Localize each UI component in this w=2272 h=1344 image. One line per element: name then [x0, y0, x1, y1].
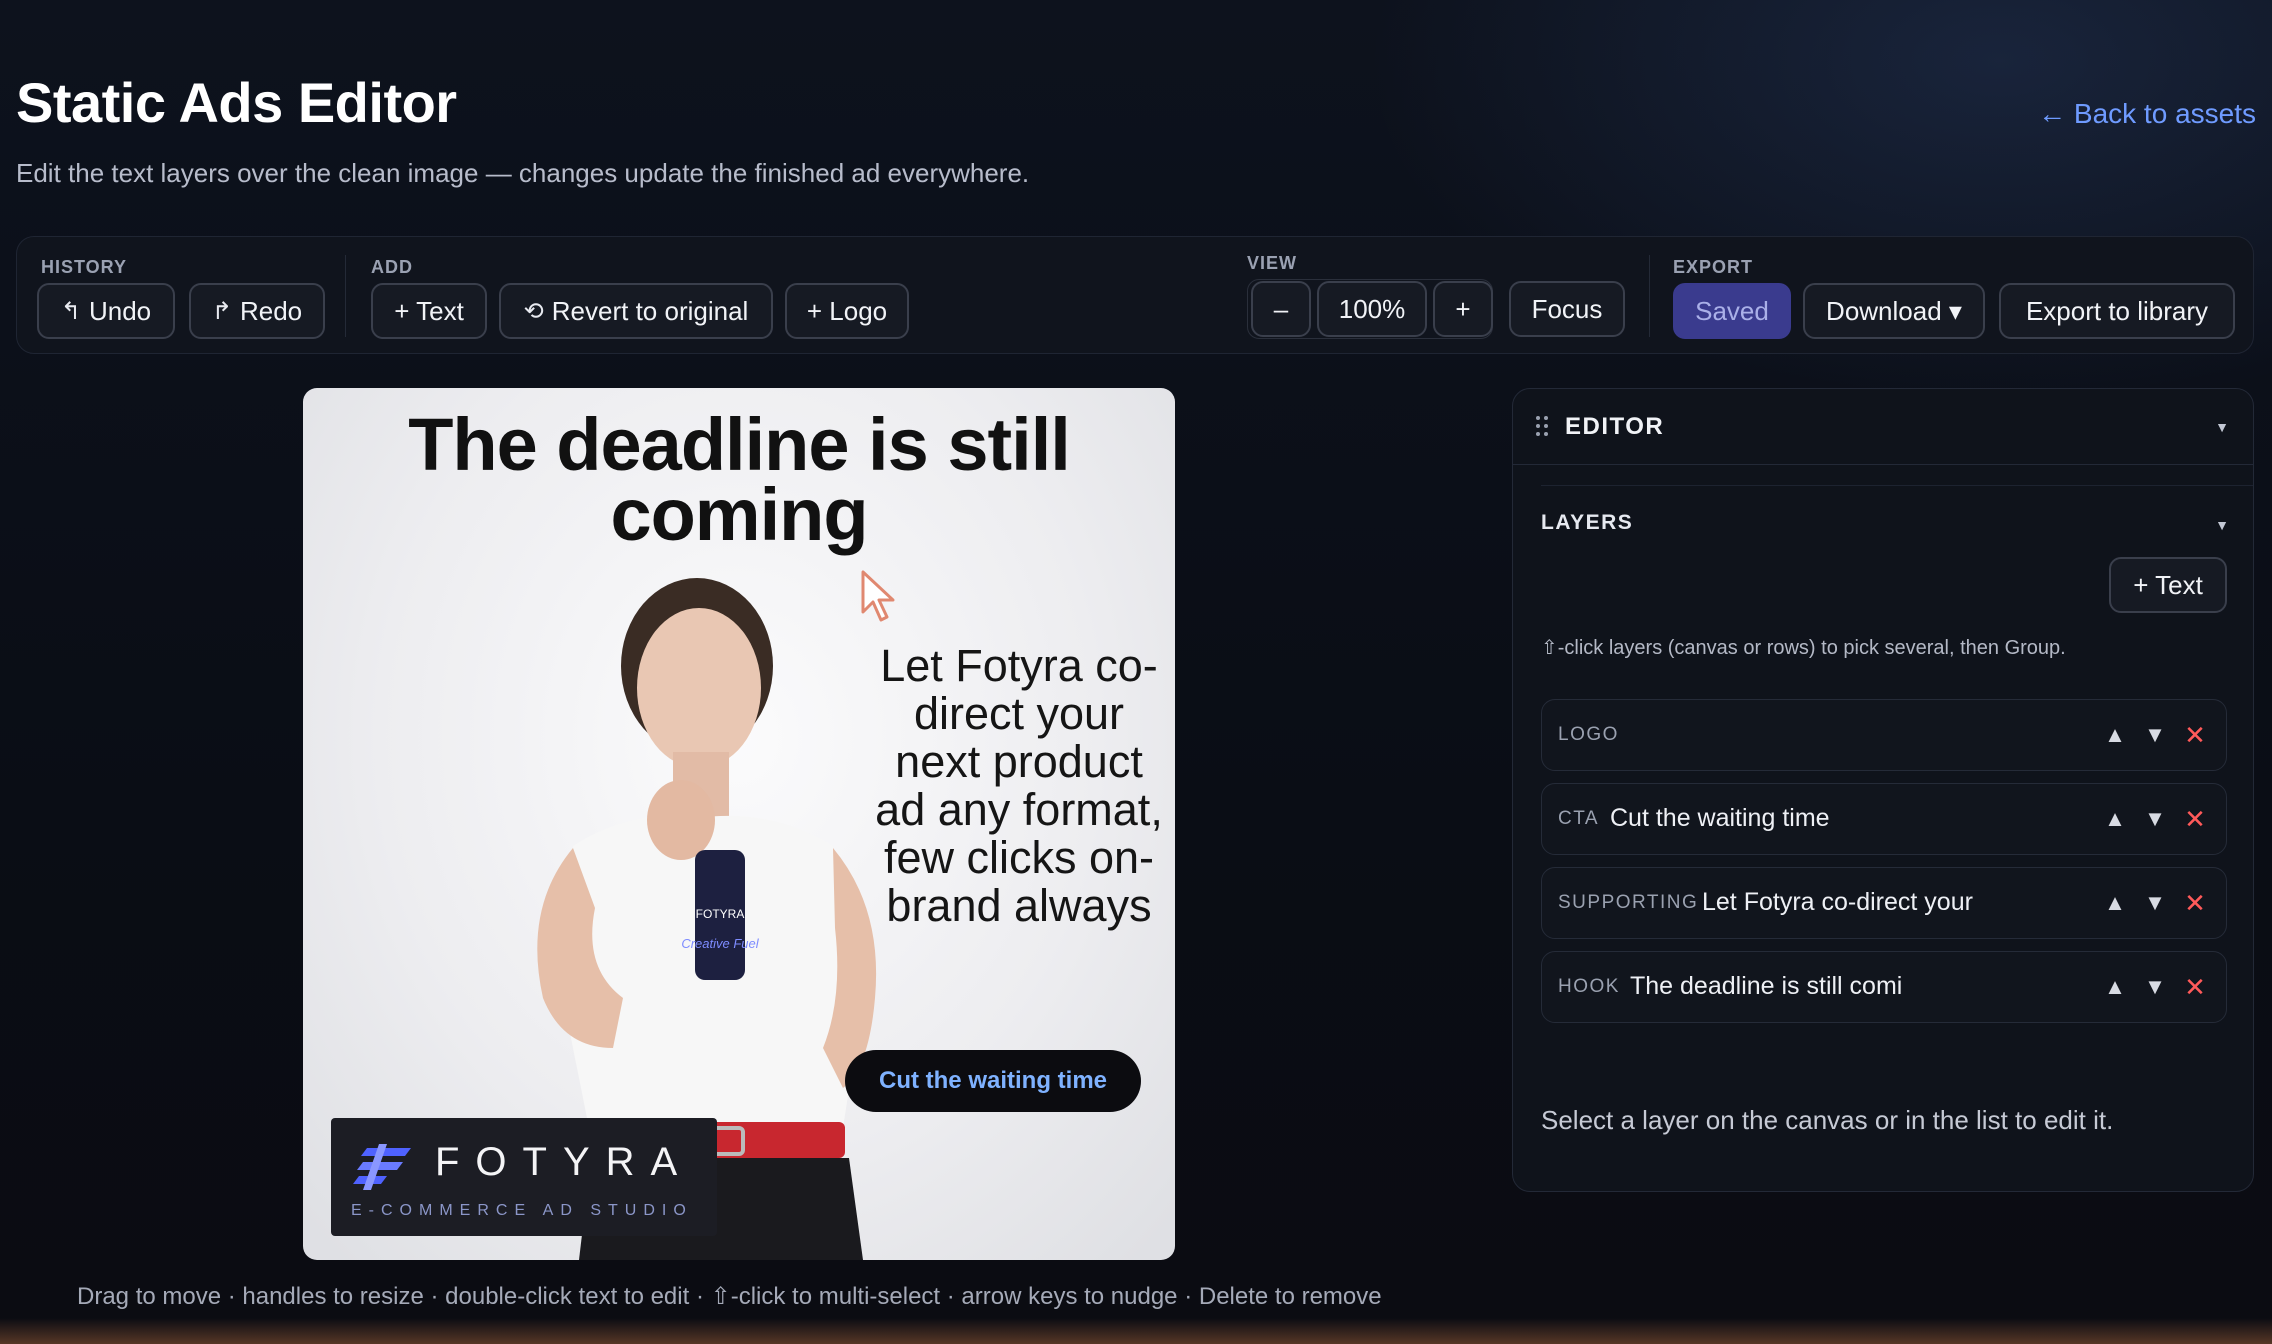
layer-kind: SUPPORTING — [1558, 892, 1699, 913]
undo-button[interactable]: ↰ Undo — [37, 283, 175, 339]
redo-button[interactable]: ↱ Redo — [189, 283, 325, 339]
page-title: Static Ads Editor — [16, 71, 457, 134]
saved-button[interactable]: Saved — [1673, 283, 1791, 339]
undo-label: Undo — [88, 295, 152, 326]
move-down-icon[interactable]: ▼ — [2140, 886, 2170, 920]
pointer-cursor-icon — [861, 570, 895, 622]
move-up-icon[interactable]: ▲ — [2100, 802, 2130, 836]
select-layer-message: Select a layer on the canvas or in the l… — [1541, 1105, 2114, 1135]
layer-row-supporting[interactable]: SUPPORTING Let Fotyra co-direct your ▲ ▼… — [1541, 867, 2227, 939]
revert-label: Revert to original — [551, 295, 749, 326]
add-logo-button[interactable]: + Logo — [785, 283, 909, 339]
can-label: FOTYRA — [696, 907, 745, 921]
move-down-icon[interactable]: ▼ — [2140, 970, 2170, 1004]
ad-logo-layer[interactable]: FOTYRA E-COMMERCE AD STUDIO — [331, 1118, 717, 1236]
delete-layer-icon[interactable]: ✕ — [2180, 970, 2210, 1004]
canvas-shortcuts-hint: Drag to move · handles to resize · doubl… — [77, 1283, 1382, 1310]
move-up-icon[interactable]: ▲ — [2100, 718, 2130, 752]
layer-row-logo[interactable]: LOGO ▲ ▼ ✕ — [1541, 699, 2227, 771]
ad-cta-button[interactable]: Cut the waiting time — [845, 1050, 1141, 1112]
bottom-glow — [0, 1318, 2272, 1344]
back-to-assets-link[interactable]: ← Back to assets — [2038, 98, 2256, 130]
logo-wordmark: FOTYRA — [435, 1140, 694, 1184]
fotyra-logo-icon — [353, 1144, 411, 1190]
view-label: VIEW — [1247, 253, 1298, 273]
redo-icon: ↱ — [211, 297, 232, 325]
zoom-level: 100% — [1317, 281, 1427, 337]
add-text-button[interactable]: + Text — [371, 283, 487, 339]
drag-grip-icon[interactable] — [1535, 415, 1549, 437]
redo-label: Redo — [239, 295, 303, 326]
logo-tagline: E-COMMERCE AD STUDIO — [351, 1202, 693, 1219]
focus-button[interactable]: Focus — [1509, 281, 1625, 337]
collapse-editor-icon[interactable]: ▼ — [2215, 419, 2229, 435]
layers-add-text-button[interactable]: + Text — [2109, 557, 2227, 613]
move-down-icon[interactable]: ▼ — [2140, 718, 2170, 752]
download-button[interactable]: Download ▾ — [1803, 283, 1985, 339]
export-to-library-button[interactable]: Export to library — [1999, 283, 2235, 339]
export-label: EXPORT — [1673, 257, 1754, 277]
layer-text: Let Fotyra co-direct your — [1702, 888, 1973, 916]
delete-layer-icon[interactable]: ✕ — [2180, 802, 2210, 836]
toolbar: HISTORY ↰ Undo ↱ Redo ADD + Text ⟲ Rever… — [16, 236, 2254, 354]
history-label: HISTORY — [41, 257, 128, 277]
toolbar-divider — [1649, 255, 1650, 337]
multi-select-hint: ⇧-click layers (canvas or rows) to pick … — [1541, 637, 2066, 659]
layer-text: Cut the waiting time — [1610, 804, 1830, 832]
delete-layer-icon[interactable]: ✕ — [2180, 718, 2210, 752]
zoom-in-button[interactable]: + — [1433, 281, 1493, 337]
ad-supporting-text[interactable]: Let Fotyra co-direct your next product a… — [869, 642, 1169, 930]
ad-hook-text[interactable]: The deadline is still coming — [303, 408, 1175, 552]
layer-kind: LOGO — [1558, 724, 1619, 745]
editor-header[interactable]: EDITOR ▼ — [1513, 389, 2253, 465]
ad-canvas[interactable]: FOTYRA Creative Fuel The deadline is sti… — [303, 388, 1175, 1260]
layer-row-cta[interactable]: CTA Cut the waiting time ▲ ▼ ✕ — [1541, 783, 2227, 855]
undo-icon: ↰ — [60, 297, 81, 325]
can-text: Creative Fuel — [681, 936, 759, 951]
editor-title: EDITOR — [1565, 413, 1665, 440]
delete-layer-icon[interactable]: ✕ — [2180, 886, 2210, 920]
layer-text: The deadline is still comi — [1630, 972, 1903, 1000]
layers-title: LAYERS — [1541, 511, 1634, 534]
revert-icon: ⟲ — [523, 297, 544, 325]
zoom-out-button[interactable]: – — [1251, 281, 1311, 337]
revert-to-original-button[interactable]: ⟲ Revert to original — [499, 283, 773, 339]
layer-kind: HOOK — [1558, 976, 1620, 997]
add-label: ADD — [371, 257, 413, 277]
toolbar-divider — [345, 255, 346, 337]
collapse-layers-icon[interactable]: ▼ — [2215, 517, 2229, 533]
layer-kind: CTA — [1558, 808, 1600, 829]
page-subtitle: Edit the text layers over the clean imag… — [16, 158, 1030, 188]
section-divider — [1541, 485, 2253, 486]
editor-panel: EDITOR ▼ LAYERS ▼ + Text ⇧-click layers … — [1512, 388, 2254, 1192]
move-down-icon[interactable]: ▼ — [2140, 802, 2170, 836]
layer-row-hook[interactable]: HOOK The deadline is still comi ▲ ▼ ✕ — [1541, 951, 2227, 1023]
move-up-icon[interactable]: ▲ — [2100, 970, 2130, 1004]
move-up-icon[interactable]: ▲ — [2100, 886, 2130, 920]
